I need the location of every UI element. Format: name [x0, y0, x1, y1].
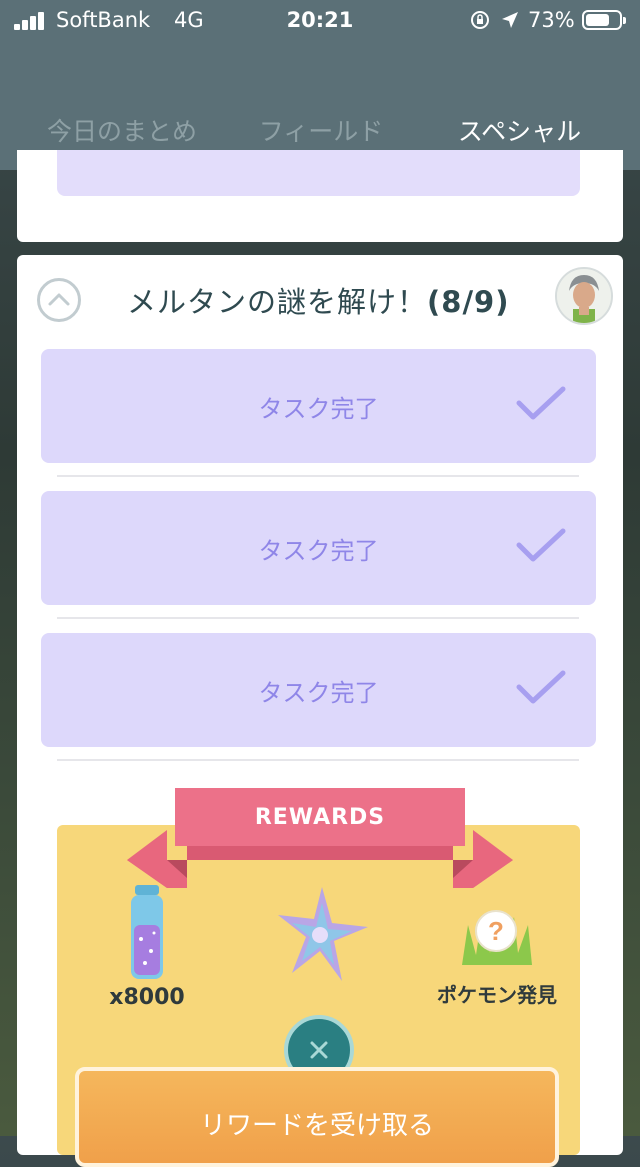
task-item: タスク完了	[41, 491, 596, 605]
task-item: タスク完了	[41, 349, 596, 463]
check-icon	[516, 670, 566, 704]
reward-label: ポケモン発見	[437, 983, 557, 1007]
check-icon	[516, 386, 566, 420]
check-icon	[516, 528, 566, 562]
battery-percent: 73%	[528, 8, 575, 32]
status-bar: SoftBank 4G 20:21 73%	[0, 0, 640, 44]
battery-icon	[582, 10, 626, 30]
svg-text:?: ?	[488, 916, 504, 946]
divider	[57, 759, 579, 761]
reward-stardust: x8000	[87, 885, 207, 1010]
claim-rewards-button[interactable]: リワードを受け取る	[75, 1067, 559, 1167]
special-research-card: メルタンの謎を解け！(8/9) タスク完了 タスク完了 タスク完了 REWARD…	[17, 255, 623, 1167]
quest-progress: (8/9)	[427, 285, 510, 319]
collapse-button[interactable]	[37, 278, 81, 322]
mystery-encounter-icon: ?	[462, 910, 532, 965]
task-item: タスク完了	[41, 633, 596, 747]
claim-rewards-label: リワードを受け取る	[199, 1111, 434, 1141]
task-label: タスク完了	[258, 395, 379, 423]
tab-field[interactable]: フィールド	[256, 112, 386, 148]
location-arrow-icon	[502, 12, 518, 28]
reward-encounter: ? ポケモン発見	[427, 885, 567, 1008]
rare-candy-star-icon	[278, 887, 368, 981]
previous-task-stub	[57, 150, 580, 196]
divider	[57, 617, 579, 619]
professor-avatar	[555, 267, 613, 325]
tab-today-summary[interactable]: 今日のまとめ	[44, 112, 200, 148]
rewards-banner-label: REWARDS	[254, 805, 386, 830]
header: SoftBank 4G 20:21 73% 今日のまとめ フィールド スペシャル	[0, 0, 640, 170]
tab-special[interactable]: スペシャル	[438, 112, 601, 148]
task-label: タスク完了	[258, 679, 379, 707]
quest-name: メルタンの謎を解け！	[127, 285, 428, 319]
task-label: タスク完了	[258, 537, 379, 565]
stardust-bottle-icon	[131, 885, 163, 979]
previous-quest-card	[17, 150, 623, 242]
rotation-lock-icon	[471, 11, 489, 29]
quest-title: メルタンの謎を解け！(8/9)	[127, 279, 509, 321]
reward-item	[267, 885, 377, 989]
reward-label: x8000	[109, 985, 185, 1010]
chevron-up-icon	[48, 293, 70, 306]
divider	[57, 475, 579, 477]
